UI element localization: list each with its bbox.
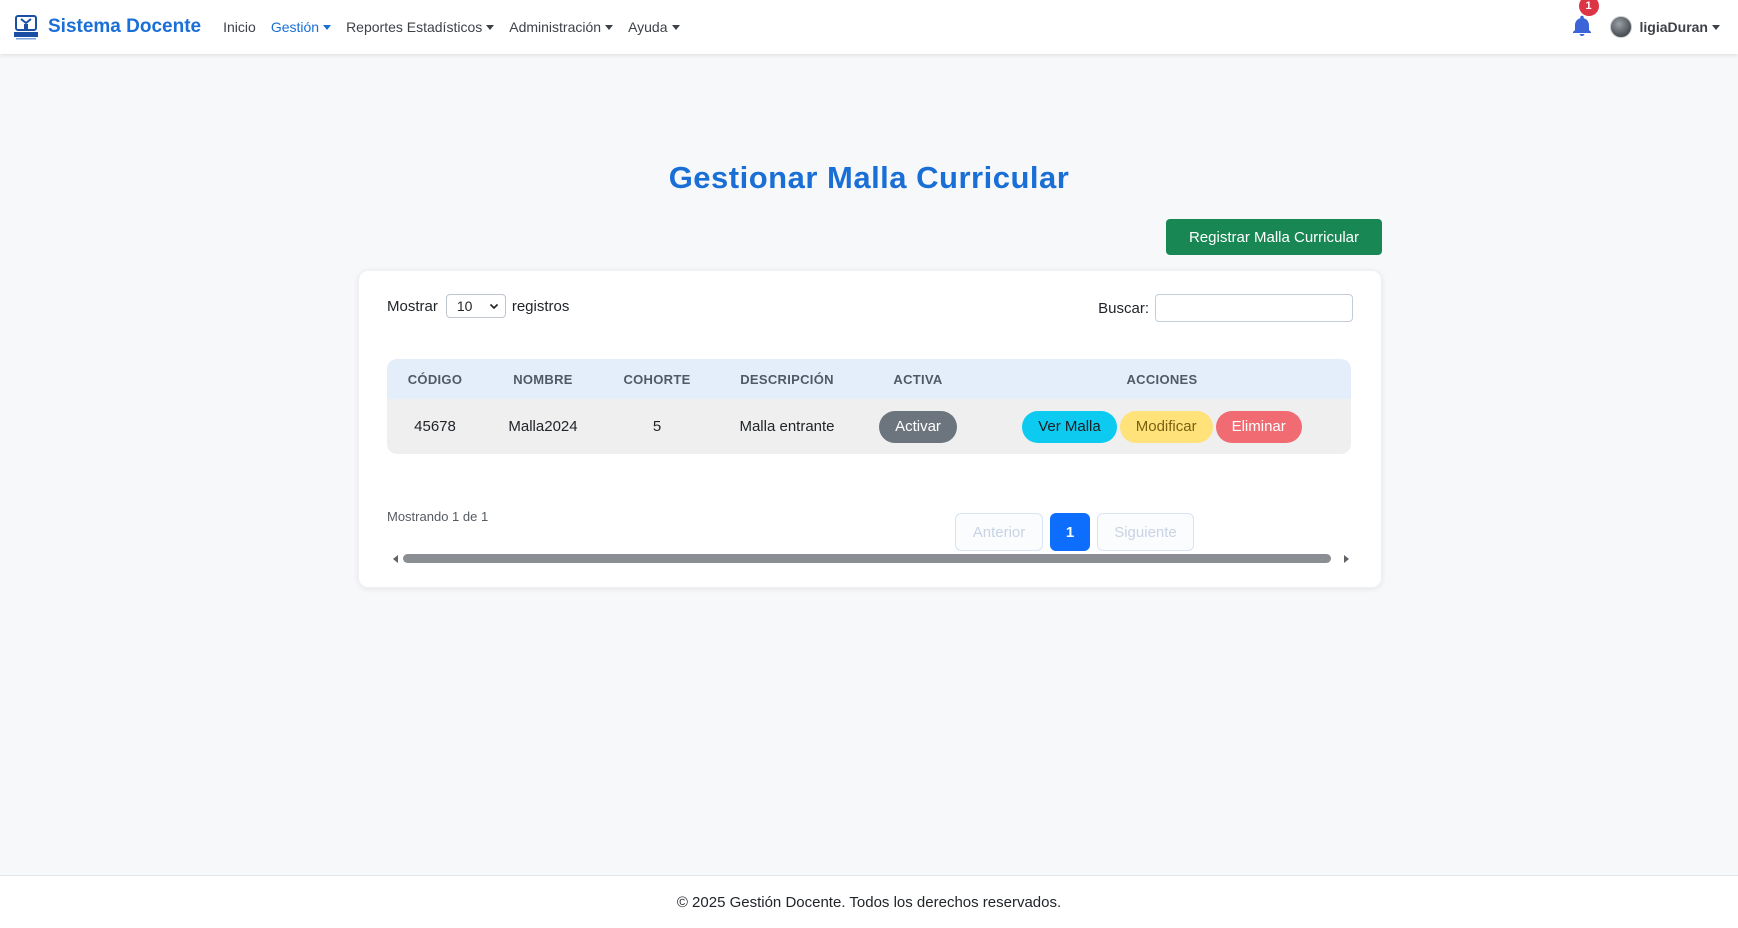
column-header-activa[interactable]: ACTIVA (863, 359, 973, 399)
nav-item-label: Reportes Estadísticos (346, 19, 483, 35)
notification-count-badge: 1 (1578, 0, 1599, 16)
cell-codigo: 45678 (414, 418, 456, 435)
page-title: Gestionar Malla Curricular (668, 160, 1070, 195)
show-label: Mostrar (387, 297, 438, 315)
brand[interactable]: Sistema Docente (12, 13, 201, 41)
table-card: Mostrar 10 registros Buscar: CÓDIGO NOMB… (358, 270, 1382, 588)
scroll-right-arrow-icon[interactable] (1344, 555, 1349, 563)
register-malla-button[interactable]: Registrar Malla Curricular (1166, 219, 1382, 255)
nav-item-label: Inicio (223, 19, 256, 35)
column-header-descripcion[interactable]: DESCRIPCIÓN (711, 359, 863, 399)
pagination-prev-button[interactable]: Anterior (955, 513, 1043, 551)
nav-item-inicio[interactable]: Inicio (223, 19, 256, 35)
pagination-page-button[interactable]: 1 (1050, 513, 1090, 551)
username: ligiaDuran (1639, 19, 1708, 35)
caret-down-icon (671, 24, 680, 30)
search-input[interactable] (1155, 294, 1353, 322)
user-menu[interactable]: ligiaDuran (1609, 16, 1720, 38)
nav-item-label: Ayuda (628, 19, 668, 35)
pagination: Anterior 1 Siguiente (955, 513, 1201, 551)
malla-table-wrapper: CÓDIGO NOMBRE COHORTE DESCRIPCIÓN ACTIVA… (387, 359, 1351, 454)
cell-cohorte: 5 (652, 418, 662, 435)
nav-item-reportes[interactable]: Reportes Estadísticos (346, 19, 495, 35)
activate-button[interactable]: Activar (879, 410, 957, 443)
records-label: registros (511, 297, 570, 315)
bell-icon (1572, 15, 1591, 36)
avatar (1609, 16, 1632, 38)
cell-acciones: Ver Malla Modificar Eliminar (973, 399, 1351, 454)
page-length-value: 10 (456, 298, 473, 314)
page-footer: © 2025 Gestión Docente. Todos los derech… (0, 875, 1738, 928)
column-header-nombre[interactable]: NOMBRE (483, 359, 603, 399)
navbar-right: 1 ligiaDuran (1570, 0, 1720, 54)
nav-item-label: Administración (509, 19, 602, 35)
cell-nombre: Malla2024 (508, 418, 578, 435)
table-info: Mostrando 1 de 1 (387, 509, 489, 524)
nav-item-label: Gestión (270, 19, 320, 35)
column-header-codigo[interactable]: CÓDIGO (387, 359, 483, 399)
column-header-cohorte[interactable]: COHORTE (603, 359, 711, 399)
caret-down-icon (486, 24, 495, 30)
search-label: Buscar: (1098, 299, 1149, 317)
caret-down-icon (1712, 24, 1720, 30)
nav-item-gestion[interactable]: Gestión (270, 19, 332, 35)
table-header-row: CÓDIGO NOMBRE COHORTE DESCRIPCIÓN ACTIVA… (387, 359, 1351, 399)
cell-descripcion: Malla entrante (739, 418, 835, 435)
notifications-button[interactable]: 1 (1570, 0, 1599, 40)
edit-button[interactable]: Modificar (1119, 410, 1213, 443)
nav-item-administracion[interactable]: Administración (509, 19, 614, 35)
view-malla-button[interactable]: Ver Malla (1022, 410, 1117, 443)
column-header-acciones: ACCIONES (1126, 371, 1198, 387)
cell-activa: Activar (863, 399, 973, 454)
horizontal-scrollbar[interactable] (393, 553, 1349, 565)
scroll-left-arrow-icon[interactable] (393, 555, 398, 563)
top-navbar: Sistema Docente Inicio Gestión Reportes … (0, 0, 1738, 54)
caret-down-icon (323, 24, 332, 30)
nav-item-ayuda[interactable]: Ayuda (628, 19, 680, 35)
pagination-next-button[interactable]: Siguiente (1097, 513, 1194, 551)
table-row: 45678 Malla2024 5 Malla entrante Activar… (387, 399, 1351, 454)
malla-table: CÓDIGO NOMBRE COHORTE DESCRIPCIÓN ACTIVA… (387, 359, 1351, 454)
copyright-text: © 2025 Gestión Docente. Todos los derech… (676, 893, 1062, 911)
page-length-control: Mostrar 10 registros (387, 294, 569, 318)
chevron-down-icon (489, 303, 498, 310)
scrollbar-thumb[interactable] (403, 554, 1331, 563)
page-length-select[interactable]: 10 (445, 294, 506, 318)
main-menu: Inicio Gestión Reportes Estadísticos Adm… (223, 19, 694, 35)
delete-button[interactable]: Eliminar (1215, 410, 1302, 443)
brand-title: Sistema Docente (48, 16, 202, 37)
uptaeb-logo-icon (14, 15, 38, 40)
caret-down-icon (605, 24, 614, 30)
search-control: Buscar: (1098, 294, 1353, 322)
